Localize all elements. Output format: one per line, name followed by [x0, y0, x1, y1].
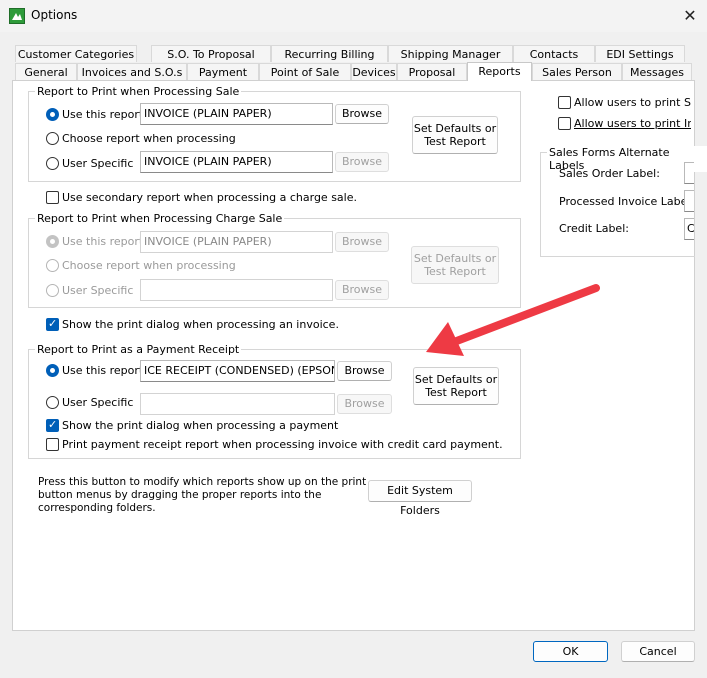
charge-report-field[interactable]: INVOICE (PLAIN PAPER) [140, 231, 333, 253]
sale-user-report-field[interactable]: INVOICE (PLAIN PAPER) [140, 151, 333, 173]
charge-group-label: Report to Print when Processing Charge S… [35, 212, 285, 225]
tab-payment[interactable]: Payment [187, 63, 259, 80]
allow-print-invoice-label: Allow users to print Invoic [574, 117, 691, 130]
credit-label-field[interactable]: C [684, 218, 694, 240]
tab-devices[interactable]: Devices [351, 63, 397, 80]
charge-user-specific-label: User Specific [62, 284, 134, 297]
ok-button[interactable]: OK [533, 641, 608, 662]
tab-edi-settings[interactable]: EDI Settings [595, 45, 685, 62]
allow-print-invoice-checkbox[interactable] [558, 117, 571, 130]
tab-customer-categories[interactable]: Customer Categories [15, 45, 137, 62]
edit-system-folders-button[interactable]: Edit System Folders [368, 480, 472, 517]
window-title: Options [31, 8, 78, 22]
print-cc-receipt-label: Print payment receipt report when proces… [62, 438, 503, 451]
receipt-group-label: Report to Print as a Payment Receipt [35, 343, 242, 356]
sale-user-browse-button[interactable]: Browse [335, 152, 389, 172]
tab-contacts[interactable]: Contacts [513, 45, 595, 62]
show-dialog-payment-label: Show the print dialog when processing a … [62, 419, 339, 432]
tab-s-o-to-proposal[interactable]: S.O. To Proposal [151, 45, 271, 62]
sale-choose-report-label: Choose report when processing [62, 132, 236, 145]
sale-use-report-label: Use this report [62, 108, 144, 121]
charge-choose-report-radio[interactable] [46, 259, 59, 272]
sale-browse-button[interactable]: Browse [335, 104, 389, 124]
title-bar [0, 0, 707, 32]
sale-group-label: Report to Print when Processing Sale [35, 85, 242, 98]
charge-use-report-radio[interactable] [46, 235, 59, 248]
annotation-arrow-icon [426, 284, 600, 356]
receipt-user-report-field[interactable] [140, 393, 335, 415]
receipt-use-report-label: Use this report [62, 364, 144, 377]
receipt-user-specific-label: User Specific [62, 396, 134, 409]
cancel-button[interactable]: Cancel [621, 641, 695, 662]
tab-sales-person[interactable]: Sales Person [532, 63, 622, 80]
receipt-use-report-radio[interactable] [46, 364, 59, 377]
processed-invoice-label-field[interactable] [684, 190, 694, 212]
allow-print-sales-label: Allow users to print Sales [574, 96, 691, 109]
tab-invoices-and-s-o-s[interactable]: Invoices and S.O.s [77, 63, 187, 80]
secondary-report-checkbox[interactable] [46, 191, 59, 204]
close-icon[interactable]: ✕ [680, 6, 700, 26]
tab-proposal[interactable]: Proposal [397, 63, 467, 80]
sales-order-label-text: Sales Order Label: [559, 167, 660, 180]
receipt-user-browse-button[interactable]: Browse [337, 394, 392, 414]
tab-shipping-manager[interactable]: Shipping Manager [388, 45, 513, 62]
show-dialog-invoice-label: Show the print dialog when processing an… [62, 318, 339, 331]
credit-label-text: Credit Label: [559, 222, 629, 235]
receipt-report-field[interactable]: ICE RECEIPT (CONDENSED) (EPSON) [140, 360, 335, 382]
charge-choose-report-label: Choose report when processing [62, 259, 236, 272]
receipt-browse-button[interactable]: Browse [337, 361, 392, 381]
charge-user-report-field[interactable] [140, 279, 333, 301]
folders-description: Press this button to modify which report… [38, 476, 367, 514]
charge-browse-button[interactable]: Browse [335, 232, 389, 252]
tab-general[interactable]: General [15, 63, 77, 80]
charge-set-defaults-button[interactable]: Set Defaults or Test Report [411, 246, 499, 284]
charge-user-specific-radio[interactable] [46, 284, 59, 297]
charge-use-report-label: Use this report [62, 235, 144, 248]
sale-choose-report-radio[interactable] [46, 132, 59, 145]
sale-report-field[interactable]: INVOICE (PLAIN PAPER) [140, 103, 333, 125]
app-icon [9, 8, 25, 24]
receipt-user-specific-radio[interactable] [46, 396, 59, 409]
sale-user-specific-radio[interactable] [46, 157, 59, 170]
secondary-report-label: Use secondary report when processing a c… [62, 191, 357, 204]
tab-reports[interactable]: Reports [467, 62, 532, 81]
sale-set-defaults-button[interactable]: Set Defaults or Test Report [412, 116, 498, 154]
tab-recurring-billing[interactable]: Recurring Billing [271, 45, 388, 62]
show-dialog-invoice-checkbox[interactable] [46, 317, 59, 331]
print-cc-receipt-checkbox[interactable] [46, 438, 59, 451]
sale-user-specific-label: User Specific [62, 157, 134, 170]
tab-messages[interactable]: Messages [622, 63, 692, 80]
processed-invoice-label-text: Processed Invoice Label: [559, 195, 695, 208]
show-dialog-payment-checkbox[interactable] [46, 418, 59, 432]
sale-use-report-radio[interactable] [46, 108, 59, 121]
receipt-set-defaults-button[interactable]: Set Defaults or Test Report [413, 367, 499, 405]
sales-order-label-field[interactable] [684, 162, 694, 184]
allow-print-sales-checkbox[interactable] [558, 96, 571, 109]
tab-point-of-sale[interactable]: Point of Sale [259, 63, 351, 80]
charge-user-browse-button[interactable]: Browse [335, 280, 389, 300]
